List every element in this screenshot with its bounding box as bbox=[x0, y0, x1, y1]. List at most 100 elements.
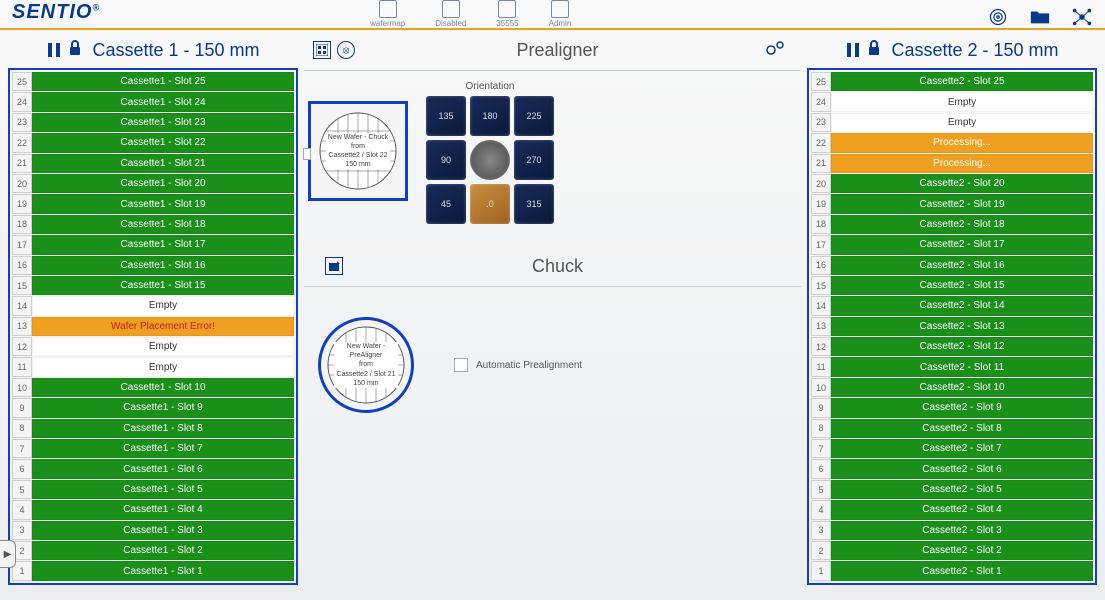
slot-c1-8[interactable]: 8Cassette1 - Slot 8 bbox=[12, 419, 294, 438]
slot-c1-9[interactable]: 9Cassette1 - Slot 9 bbox=[12, 398, 294, 417]
slot-c1-6[interactable]: 6Cassette1 - Slot 6 bbox=[12, 459, 294, 478]
slot-c1-22[interactable]: 22Cassette1 - Slot 22 bbox=[12, 133, 294, 152]
slot-number: 3 bbox=[12, 521, 32, 540]
slot-number: 12 bbox=[12, 337, 32, 356]
slot-c2-18[interactable]: 18Cassette2 - Slot 18 bbox=[811, 215, 1093, 234]
slot-label: Cassette2 - Slot 16 bbox=[831, 256, 1093, 275]
slot-number: 4 bbox=[811, 500, 831, 519]
slot-c1-3[interactable]: 3Cassette1 - Slot 3 bbox=[12, 521, 294, 540]
slot-c2-5[interactable]: 5Cassette2 - Slot 5 bbox=[811, 480, 1093, 499]
slot-c2-12[interactable]: 12Cassette2 - Slot 12 bbox=[811, 337, 1093, 356]
slot-number: 6 bbox=[12, 459, 32, 478]
cassette-2-panel: Cassette 2 - 150 mm 25Cassette2 - Slot 2… bbox=[807, 36, 1097, 590]
target-icon[interactable] bbox=[987, 6, 1009, 28]
orientation-180[interactable]: 180 bbox=[470, 96, 510, 136]
slot-number: 14 bbox=[12, 296, 32, 315]
slot-c2-14[interactable]: 14Cassette2 - Slot 14 bbox=[811, 296, 1093, 315]
slot-c1-20[interactable]: 20Cassette1 - Slot 20 bbox=[12, 174, 294, 193]
orientation-315[interactable]: 315 bbox=[514, 184, 554, 224]
admin-icon[interactable]: Admin bbox=[549, 0, 572, 28]
network-icon[interactable]: 35555 bbox=[496, 0, 518, 28]
slot-label: Cassette2 - Slot 6 bbox=[831, 459, 1093, 478]
chuck-wafer[interactable]: New Wafer - PreAligner from Cassette2 / … bbox=[318, 317, 414, 413]
slot-c1-13[interactable]: 13Wafer Placement Error! bbox=[12, 317, 294, 336]
orientation-45[interactable]: 45 bbox=[426, 184, 466, 224]
slot-c1-11[interactable]: 11Empty bbox=[12, 357, 294, 376]
slot-c2-13[interactable]: 13Cassette2 - Slot 13 bbox=[811, 317, 1093, 336]
slot-c2-20[interactable]: 20Cassette2 - Slot 20 bbox=[811, 174, 1093, 193]
wafermap-icon[interactable]: wafermap bbox=[370, 0, 405, 28]
orientation-225[interactable]: 225 bbox=[514, 96, 554, 136]
slot-c2-23[interactable]: 23Empty bbox=[811, 113, 1093, 132]
slot-label: Cassette2 - Slot 25 bbox=[831, 72, 1093, 91]
slot-number: 25 bbox=[12, 72, 32, 91]
slot-c2-1[interactable]: 1Cassette2 - Slot 1 bbox=[811, 561, 1093, 580]
slot-label: Cassette1 - Slot 2 bbox=[32, 541, 294, 560]
slot-label: Processing... bbox=[831, 154, 1093, 173]
slot-number: 22 bbox=[811, 133, 831, 152]
slot-c1-10[interactable]: 10Cassette1 - Slot 10 bbox=[12, 378, 294, 397]
auto-prealign-row[interactable]: Automatic Prealignment bbox=[454, 358, 582, 372]
grid-icon[interactable] bbox=[313, 41, 331, 59]
slot-c1-4[interactable]: 4Cassette1 - Slot 4 bbox=[12, 500, 294, 519]
slot-c1-17[interactable]: 17Cassette1 - Slot 17 bbox=[12, 235, 294, 254]
slot-label: Cassette2 - Slot 15 bbox=[831, 276, 1093, 295]
slot-c2-15[interactable]: 15Cassette2 - Slot 15 bbox=[811, 276, 1093, 295]
slot-c1-12[interactable]: 12Empty bbox=[12, 337, 294, 356]
slot-number: 23 bbox=[12, 113, 32, 132]
slot-label: Wafer Placement Error! bbox=[32, 317, 294, 336]
slot-c1-25[interactable]: 25Cassette1 - Slot 25 bbox=[12, 72, 294, 91]
orientation-135[interactable]: 135 bbox=[426, 96, 466, 136]
lock-icon bbox=[867, 40, 881, 61]
wafer-handle[interactable] bbox=[303, 148, 311, 160]
slot-c1-24[interactable]: 24Cassette1 - Slot 24 bbox=[12, 92, 294, 111]
slot-label: Cassette2 - Slot 4 bbox=[831, 500, 1093, 519]
slot-c2-24[interactable]: 24Empty bbox=[811, 92, 1093, 111]
expand-tab[interactable]: ▶ bbox=[0, 540, 16, 568]
chuck-icon[interactable] bbox=[325, 257, 343, 275]
orientation-270[interactable]: 270 bbox=[514, 140, 554, 180]
wafer-icon[interactable]: ⦻ bbox=[337, 41, 355, 59]
slot-c2-8[interactable]: 8Cassette2 - Slot 8 bbox=[811, 419, 1093, 438]
slot-c2-25[interactable]: 25Cassette2 - Slot 25 bbox=[811, 72, 1093, 91]
slot-c2-22[interactable]: 22Processing... bbox=[811, 133, 1093, 152]
disabled-icon[interactable]: Disabled bbox=[435, 0, 466, 28]
slot-c2-6[interactable]: 6Cassette2 - Slot 6 bbox=[811, 459, 1093, 478]
slot-label: Cassette2 - Slot 10 bbox=[831, 378, 1093, 397]
orientation-0[interactable]: .0 bbox=[470, 184, 510, 224]
slot-label: Empty bbox=[831, 92, 1093, 111]
slot-c2-3[interactable]: 3Cassette2 - Slot 3 bbox=[811, 521, 1093, 540]
prealigner-wafer[interactable]: New Wafer - Chuck from Cassette2 / Slot … bbox=[308, 101, 408, 201]
slot-c2-19[interactable]: 19Cassette2 - Slot 19 bbox=[811, 194, 1093, 213]
slot-c2-2[interactable]: 2Cassette2 - Slot 2 bbox=[811, 541, 1093, 560]
slot-c2-10[interactable]: 10Cassette2 - Slot 10 bbox=[811, 378, 1093, 397]
slot-c1-2[interactable]: 2Cassette1 - Slot 2 bbox=[12, 541, 294, 560]
slot-c2-16[interactable]: 16Cassette2 - Slot 16 bbox=[811, 256, 1093, 275]
folder-icon[interactable] bbox=[1029, 6, 1051, 28]
slot-c1-5[interactable]: 5Cassette1 - Slot 5 bbox=[12, 480, 294, 499]
slot-c1-1[interactable]: 1Cassette1 - Slot 1 bbox=[12, 561, 294, 580]
slot-c2-4[interactable]: 4Cassette2 - Slot 4 bbox=[811, 500, 1093, 519]
slot-c1-15[interactable]: 15Cassette1 - Slot 15 bbox=[12, 276, 294, 295]
slot-c2-17[interactable]: 17Cassette2 - Slot 17 bbox=[811, 235, 1093, 254]
slot-number: 21 bbox=[811, 154, 831, 173]
slot-label: Cassette1 - Slot 18 bbox=[32, 215, 294, 234]
slot-c2-21[interactable]: 21Processing... bbox=[811, 154, 1093, 173]
slot-c1-7[interactable]: 7Cassette1 - Slot 7 bbox=[12, 439, 294, 458]
slot-c2-9[interactable]: 9Cassette2 - Slot 9 bbox=[811, 398, 1093, 417]
slot-c1-19[interactable]: 19Cassette1 - Slot 19 bbox=[12, 194, 294, 213]
slot-c1-18[interactable]: 18Cassette1 - Slot 18 bbox=[12, 215, 294, 234]
slot-c1-23[interactable]: 23Cassette1 - Slot 23 bbox=[12, 113, 294, 132]
nodes-icon[interactable] bbox=[1071, 6, 1093, 28]
slot-c2-11[interactable]: 11Cassette2 - Slot 11 bbox=[811, 357, 1093, 376]
settings-icon[interactable] bbox=[765, 40, 787, 61]
slot-c2-7[interactable]: 7Cassette2 - Slot 7 bbox=[811, 439, 1093, 458]
slot-label: Cassette1 - Slot 25 bbox=[32, 72, 294, 91]
brand-logo: SENTIO® bbox=[12, 1, 100, 24]
slot-c1-14[interactable]: 14Empty bbox=[12, 296, 294, 315]
slot-label: Cassette2 - Slot 19 bbox=[831, 194, 1093, 213]
slot-c1-16[interactable]: 16Cassette1 - Slot 16 bbox=[12, 256, 294, 275]
orientation-90[interactable]: 90 bbox=[426, 140, 466, 180]
auto-prealign-checkbox[interactable] bbox=[454, 358, 468, 372]
slot-c1-21[interactable]: 21Cassette1 - Slot 21 bbox=[12, 154, 294, 173]
